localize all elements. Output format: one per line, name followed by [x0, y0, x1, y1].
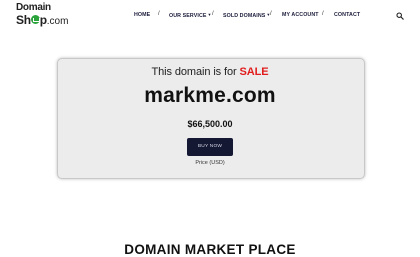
logo-line1: Domain: [16, 2, 51, 13]
nav-separator: /: [270, 11, 272, 17]
buy-now-button[interactable]: BUY NOW: [187, 138, 233, 156]
logo-shop-start: Sh: [16, 13, 31, 27]
nav-my-account[interactable]: MY ACCOUNT: [282, 12, 319, 18]
nav-sold-domains-label: SOLD DOMAINS: [223, 13, 266, 19]
cart-icon: [30, 15, 40, 25]
nav-our-service[interactable]: OUR SERVICE▼: [169, 12, 212, 19]
price-currency-label: Price (USD): [195, 160, 225, 166]
nav-separator: /: [212, 11, 214, 17]
logo-shop-end: p: [39, 13, 47, 27]
sale-heading-prefix: This domain is for: [151, 66, 240, 78]
nav-home[interactable]: HOME: [134, 12, 150, 18]
site-header: Domain Sh p.com HOME / OUR SERVICE▼ / SOL…: [0, 0, 420, 32]
logo-suffix: .com: [46, 16, 69, 27]
site-logo[interactable]: Domain Sh p.com: [16, 2, 76, 29]
nav-contact[interactable]: CONTACT: [334, 12, 360, 18]
domain-name: markme.com: [144, 84, 276, 107]
nav-sold-domains[interactable]: SOLD DOMAINS▼: [223, 12, 270, 19]
nav-our-service-label: OUR SERVICE: [169, 13, 207, 19]
domain-price: $66,500.00: [187, 119, 233, 129]
logo-line2: Sh p.com: [16, 13, 68, 29]
chevron-down-icon: ▼: [207, 12, 212, 17]
sale-heading: This domain is for SALE: [0, 66, 420, 78]
nav-separator: /: [158, 11, 160, 17]
search-icon[interactable]: [396, 12, 404, 20]
nav-separator: /: [322, 11, 324, 17]
sale-highlight: SALE: [239, 66, 269, 78]
section-title: DOMAIN MARKET PLACE: [124, 242, 296, 257]
